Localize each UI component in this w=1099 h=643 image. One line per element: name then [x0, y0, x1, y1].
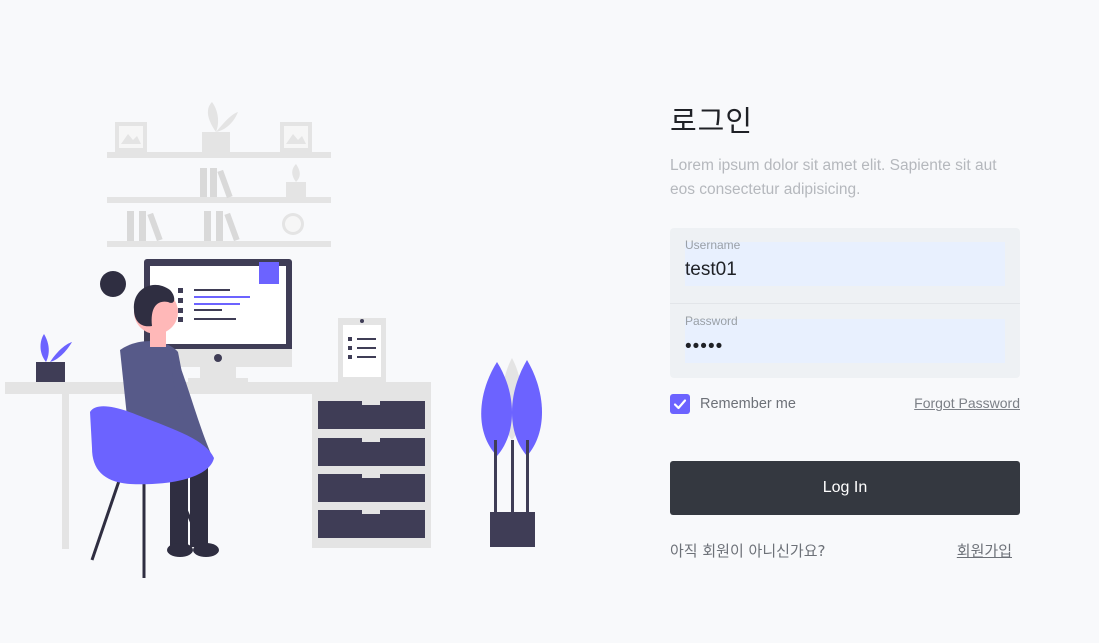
remember-row: Remember me Forgot Password: [670, 394, 1020, 414]
password-label: Password: [685, 314, 738, 328]
books: [127, 168, 240, 242]
username-field-group: Username: [670, 228, 1020, 303]
signup-row: 아직 회원이 아니신가요? 회원가입: [670, 540, 1020, 560]
login-page: 로그인 Lorem ipsum dolor sit amet elit. Sap…: [0, 0, 1099, 643]
desk-plant: [36, 334, 72, 382]
page-title: 로그인: [670, 104, 754, 138]
remember-label[interactable]: Remember me: [700, 396, 796, 412]
remember-checkbox[interactable]: [670, 394, 690, 414]
signup-link[interactable]: 회원가입: [957, 540, 1012, 561]
login-panel: 로그인 Lorem ipsum dolor sit amet elit. Sap…: [670, 98, 1020, 560]
workspace-illustration: [5, 102, 543, 578]
page-subtitle: Lorem ipsum dolor sit amet elit. Sapient…: [670, 157, 997, 198]
login-button[interactable]: Log In: [670, 461, 1020, 515]
username-label: Username: [685, 238, 741, 252]
checkbox-check-icon: [673, 399, 687, 410]
floor-plant: [481, 358, 543, 547]
password-field-group: Password: [670, 303, 1020, 378]
login-form: Username Password: [670, 228, 1020, 378]
forgot-password-link[interactable]: Forgot Password: [914, 395, 1020, 411]
tablet: [338, 318, 386, 383]
signup-question: 아직 회원이 아니신가요?: [670, 542, 826, 560]
